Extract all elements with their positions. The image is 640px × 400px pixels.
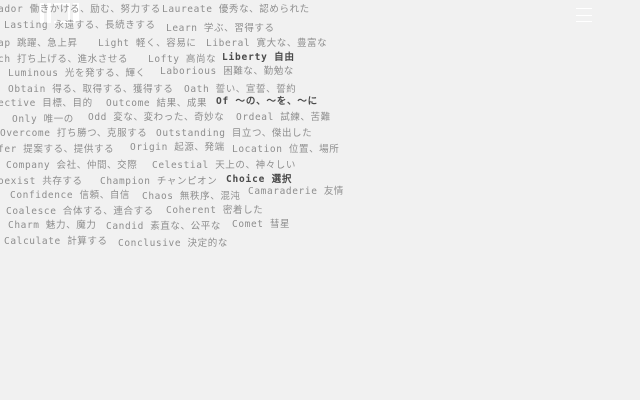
word-item: Obtain 得る、取得する、獲得する bbox=[8, 84, 174, 95]
word-item: Light 軽く、容易に bbox=[98, 38, 197, 49]
word-item: Candid 素直な、公平な bbox=[106, 221, 221, 232]
word-item: Coherent 密着した bbox=[166, 205, 264, 216]
word-item: Overcome 打ち勝つ、克服する bbox=[0, 128, 148, 139]
word-item: Celestial 天上の、神々しい bbox=[152, 160, 296, 171]
word-item: Charm 魅力、魔力 bbox=[8, 220, 97, 231]
word-item: Outstanding 目立つ、傑出した bbox=[156, 128, 313, 139]
word-item: Coalesce 合体する、連合する bbox=[6, 206, 154, 217]
word-item: Location 位置、場所 bbox=[232, 144, 340, 155]
word-item: Company 会社、仲間、交際 bbox=[6, 160, 138, 171]
word-item: ador 働きかける、励む、努力する bbox=[0, 4, 161, 15]
word-item: ch 打ち上げる、進水させる bbox=[0, 54, 129, 65]
word-item: Odd 変な、変わった、奇妙な bbox=[88, 112, 225, 123]
word-item: ap 跳躍、急上昇 bbox=[0, 38, 78, 49]
word-item: Ordeal 試練、苦難 bbox=[236, 112, 331, 123]
word-item: Chaos 無秩序、混沌 bbox=[142, 191, 241, 202]
word-item: Camaraderie 友情 bbox=[248, 186, 345, 197]
word-item: Origin 起源、発端 bbox=[130, 142, 225, 153]
word-item: Oath 誓い、宣誓、誓約 bbox=[184, 84, 297, 95]
word-item: fer 提案する、提供する bbox=[0, 144, 115, 155]
word-item: Only 唯一の bbox=[12, 114, 74, 125]
word-item: Laborious 困難な、勤勉な bbox=[160, 66, 294, 77]
word-cloud: ador 働きかける、励む、努力する Laureate 優秀な、認められた La… bbox=[0, 0, 640, 400]
word-item: Lasting 永遠する、長続きする bbox=[4, 20, 156, 31]
word-item: Choice 選択 bbox=[226, 174, 293, 185]
word-item: Liberal 寛大な、豊富な bbox=[206, 38, 328, 49]
word-item: Laureate 優秀な、認められた bbox=[162, 4, 310, 15]
word-item: Luminous 光を発する、輝く bbox=[8, 68, 146, 79]
word-item: Confidence 信頼、自信 bbox=[10, 190, 131, 201]
word-item: oexist 共存する bbox=[0, 176, 83, 187]
word-item: Comet 彗星 bbox=[232, 219, 291, 230]
word-item: Champion チャンピオン bbox=[100, 176, 218, 187]
word-item: Learn 学ぶ、習得する bbox=[166, 23, 275, 34]
word-item: Outcome 結果、成果 bbox=[106, 98, 208, 109]
word-item: Calculate 計算する bbox=[4, 236, 108, 247]
word-item: Of 〜の、〜を、〜に bbox=[216, 96, 318, 107]
word-item: Lofty 高尚な bbox=[148, 54, 217, 65]
word-item: Conclusive 決定的な bbox=[118, 238, 228, 249]
word-item: ective 目標、目的 bbox=[0, 98, 93, 109]
word-item: Liberty 自由 bbox=[222, 52, 295, 63]
